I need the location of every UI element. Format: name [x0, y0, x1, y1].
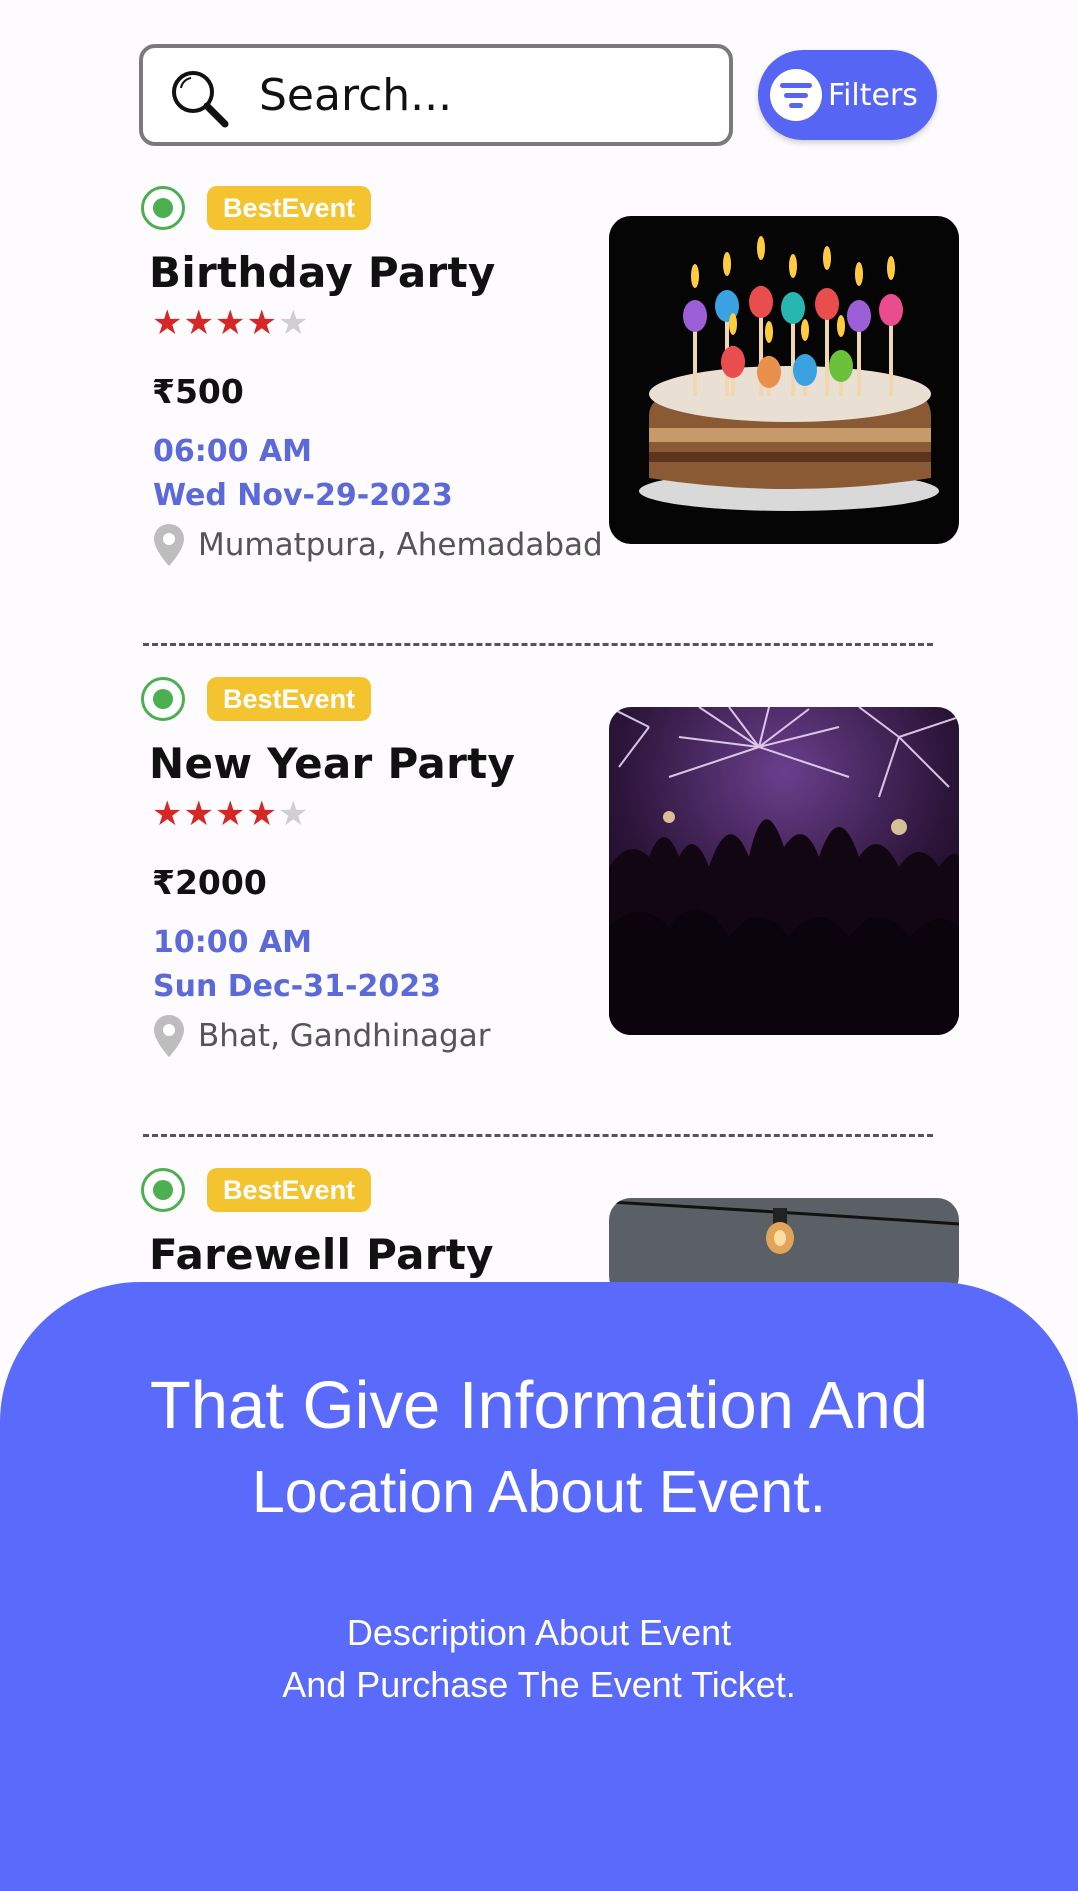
status-radio[interactable] — [141, 1168, 185, 1212]
panel-headline-line2: Location About Event. — [251, 1459, 827, 1525]
filters-label: Filters — [828, 77, 918, 113]
location-text: Mumatpura, Ahemadabad — [198, 527, 603, 563]
filter-icon — [770, 69, 822, 121]
best-event-badge: BestEvent — [207, 1168, 372, 1212]
best-event-badge: BestEvent — [207, 186, 372, 230]
event-image-fireworks-crowd[interactable] — [609, 707, 959, 1035]
event-date: Sun Dec-31-2023 — [153, 969, 441, 1004]
event-price: ₹500 — [152, 372, 244, 411]
filters-button[interactable]: Filters — [758, 50, 937, 140]
location-pin-icon — [154, 1015, 184, 1057]
event-price: ₹2000 — [152, 863, 267, 902]
event-time: 10:00 AM — [153, 925, 313, 960]
event-location: Bhat, Gandhinagar — [152, 1013, 490, 1059]
star-icon: ★ — [214, 304, 247, 342]
event-image-birthday-cake[interactable] — [609, 216, 959, 544]
event-title: New Year Party — [149, 739, 516, 788]
star-icon: ★ — [214, 795, 247, 833]
event-card-new-year[interactable]: BestEvent New Year Party ★★★★★ ₹2000 10:… — [0, 677, 1078, 1097]
panel-headline-line1: That Give Information And — [149, 1368, 929, 1443]
event-time: 06:00 AM — [153, 434, 313, 469]
status-radio[interactable] — [141, 186, 185, 230]
rating-stars: ★★★★★ — [152, 306, 309, 340]
event-title: Farewell Party — [149, 1230, 494, 1279]
panel-description-line1: Description About Event — [346, 1612, 732, 1653]
star-empty-icon: ★ — [277, 304, 310, 342]
star-icon: ★ — [152, 795, 184, 833]
location-text: Bhat, Gandhinagar — [198, 1018, 491, 1054]
best-event-badge: BestEvent — [207, 677, 372, 721]
onboarding-panel: That Give Information And Location About… — [0, 1282, 1078, 1891]
search-bar[interactable] — [139, 44, 733, 146]
star-icon: ★ — [183, 304, 215, 342]
location-pin-icon — [154, 524, 184, 566]
rating-stars: ★★★★★ — [152, 797, 309, 831]
event-title: Birthday Party — [149, 248, 496, 297]
dashed-divider — [143, 1134, 933, 1137]
panel-description-line2: And Purchase The Event Ticket. — [282, 1664, 796, 1705]
search-icon — [172, 71, 229, 128]
star-icon: ★ — [183, 795, 215, 833]
star-icon: ★ — [246, 304, 278, 342]
star-icon: ★ — [246, 795, 278, 833]
dashed-divider — [143, 643, 933, 646]
star-empty-icon: ★ — [277, 795, 310, 833]
star-icon: ★ — [152, 304, 184, 342]
event-card-birthday[interactable]: BestEvent Birthday Party ★★★★★ ₹500 06:0… — [0, 186, 1078, 606]
event-card-farewell[interactable]: BestEvent Farewell Party — [0, 1168, 1078, 1298]
search-input[interactable] — [259, 62, 709, 128]
event-date: Wed Nov-29-2023 — [153, 478, 453, 513]
event-location: Mumatpura, Ahemadabad — [152, 522, 603, 568]
status-radio[interactable] — [141, 677, 185, 721]
